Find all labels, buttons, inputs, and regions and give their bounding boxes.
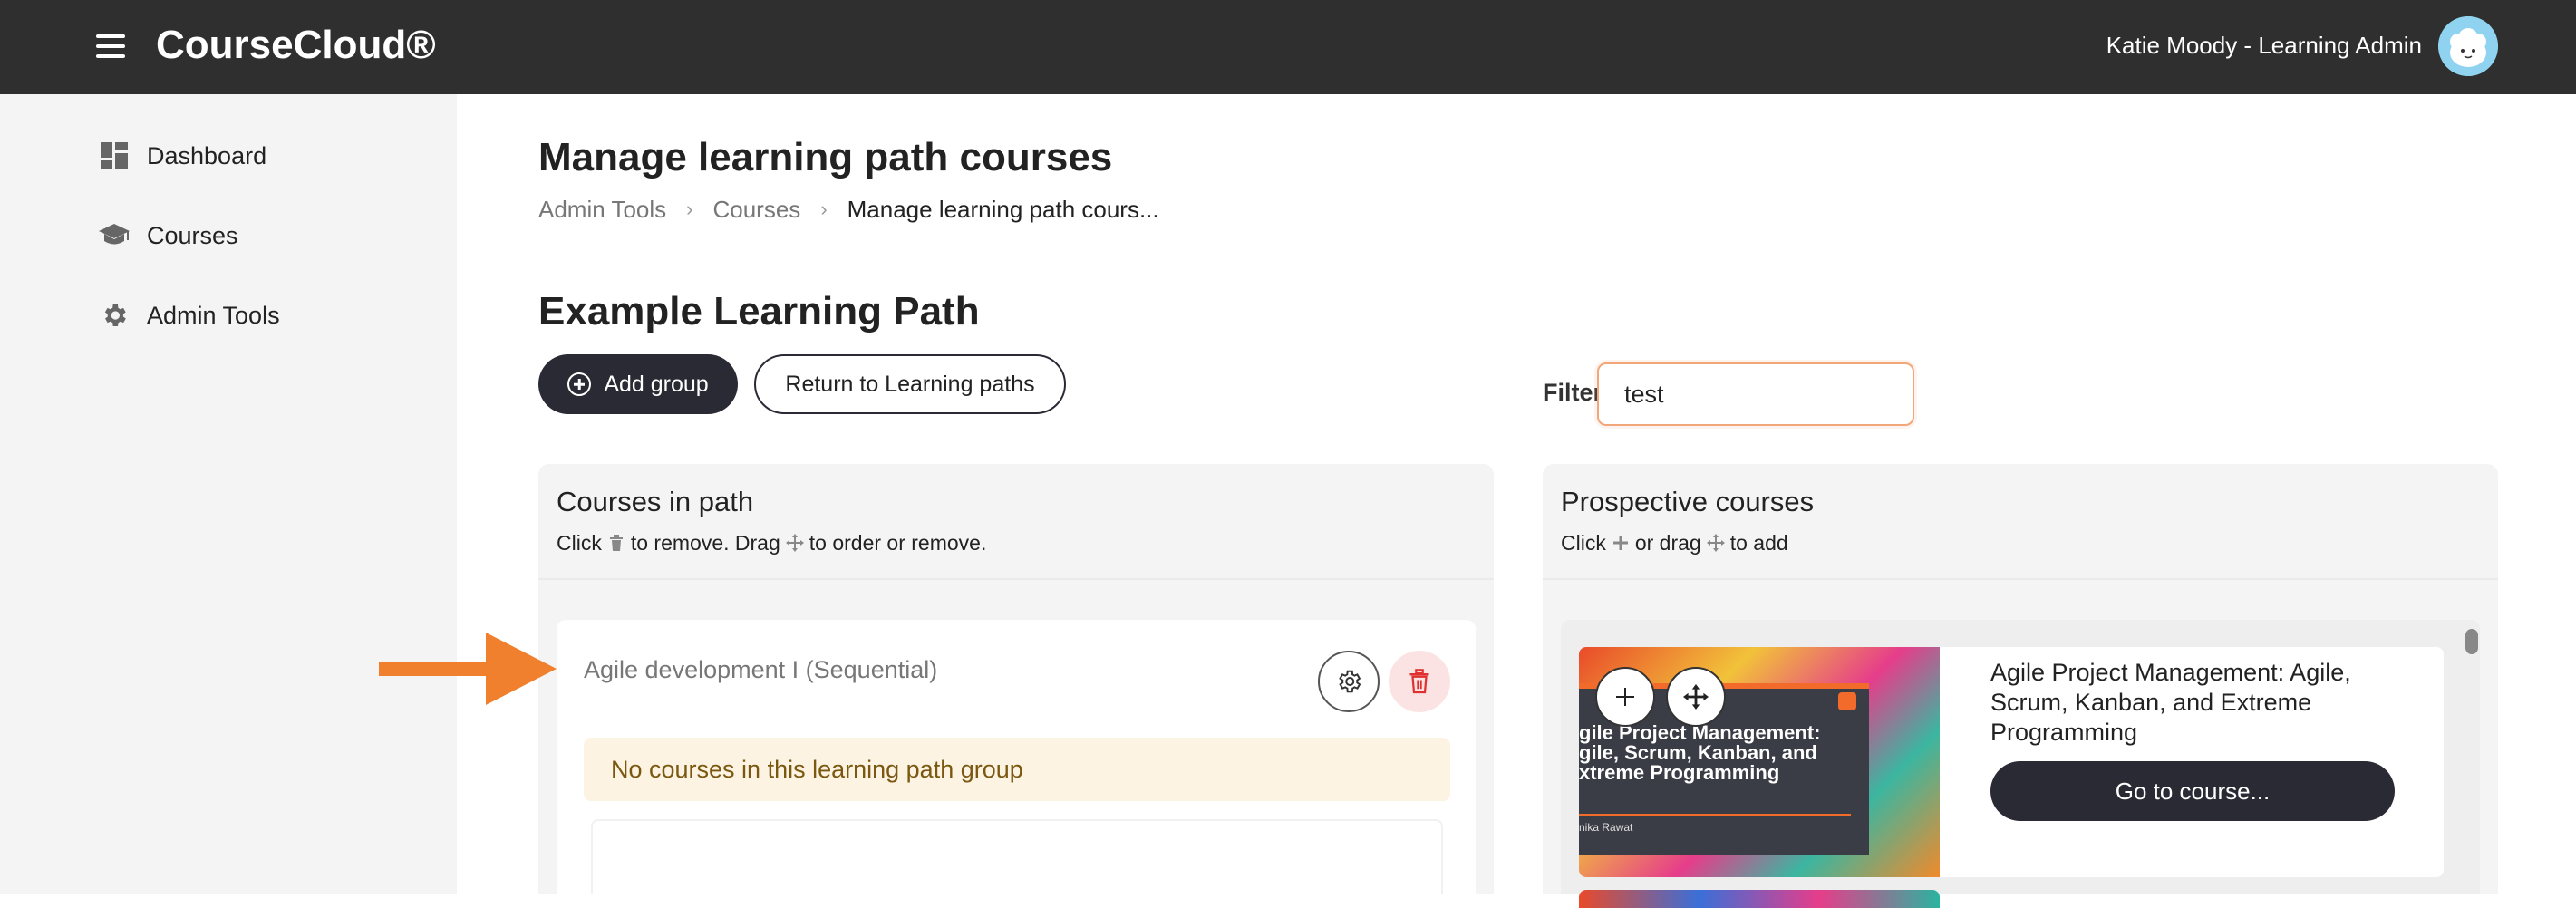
user-name: Katie Moody - Learning Admin: [2106, 32, 2422, 59]
plus-icon: [1612, 534, 1630, 552]
chevron-right-icon: ›: [820, 198, 828, 220]
go-to-course-button[interactable]: Go to course...: [1990, 761, 2395, 821]
sidebar-item-label: Dashboard: [147, 141, 267, 169]
breadcrumb-admin-tools[interactable]: Admin Tools: [538, 194, 666, 225]
empty-group-alert: No courses in this learning path group: [584, 738, 1450, 801]
sidebar-item-dashboard[interactable]: Dashboard: [98, 136, 266, 176]
move-icon: [1683, 684, 1709, 710]
dashboard-icon: [98, 140, 131, 172]
help-text: or drag: [1634, 531, 1701, 555]
prospective-courses-panel: Prospective courses Click or drag to add…: [1543, 464, 2498, 908]
annotation-arrow-icon: [379, 633, 557, 705]
breadcrumb-current: Manage learning path cours...: [847, 196, 1159, 223]
gear-icon: [1339, 670, 1361, 693]
chevron-right-icon: ›: [686, 198, 693, 220]
scrollbar-thumb[interactable]: [2465, 629, 2478, 654]
menu-icon[interactable]: [96, 34, 125, 60]
help-text: to order or remove.: [809, 531, 987, 555]
scrollbar[interactable]: [2464, 620, 2480, 894]
brand-logo[interactable]: CourseCloud®: [156, 20, 436, 71]
course-drop-zone[interactable]: [591, 819, 1443, 894]
help-text: to remove. Drag: [630, 531, 780, 555]
help-text: Click: [1561, 531, 1606, 555]
thumbnail-title: gile Project Management: gile, Scrum, Ka…: [1579, 721, 1821, 784]
panel-title: Prospective courses: [1561, 486, 1815, 517]
drag-course-handle[interactable]: [1666, 667, 1726, 727]
divider: [538, 578, 1494, 580]
add-group-button[interactable]: Add group: [538, 354, 738, 414]
avatar[interactable]: [2438, 16, 2498, 76]
return-to-learning-paths-button[interactable]: Return to Learning paths: [754, 354, 1066, 414]
top-bar: CourseCloud® Katie Moody - Learning Admi…: [0, 0, 2576, 94]
move-icon: [785, 534, 804, 552]
plus-circle-icon: [567, 372, 592, 396]
trash-icon: [607, 534, 625, 552]
divider: [1543, 578, 2498, 580]
breadcrumb-courses[interactable]: Courses: [712, 194, 800, 225]
avatar-icon: [2438, 16, 2498, 76]
thumbnail-rule: [1579, 814, 1851, 816]
plus-icon: [1616, 688, 1634, 706]
add-group-label: Add group: [604, 371, 709, 397]
help-text: Click: [557, 531, 602, 555]
panel-help: Click or drag to add: [1561, 529, 1788, 556]
course-thumbnail: gile Project Management: gile, Scrum, Ka…: [1579, 647, 1940, 877]
play-icon: [1838, 692, 1856, 710]
learning-path-group[interactable]: Agile development I (Sequential) No cour…: [557, 620, 1476, 894]
courses-in-path-panel: Courses in path Click to remove. Drag to…: [538, 464, 1494, 894]
move-icon: [1706, 534, 1725, 552]
group-settings-button[interactable]: [1318, 651, 1380, 712]
breadcrumb: Admin Tools › Courses › Manage learning …: [538, 194, 1159, 225]
sidebar-item-label: Admin Tools: [147, 301, 280, 329]
graduation-cap-icon: [98, 219, 131, 252]
trash-icon: [1409, 669, 1429, 694]
filter-input[interactable]: [1597, 362, 1914, 426]
delete-group-button[interactable]: [1389, 651, 1450, 712]
sidebar-item-courses[interactable]: Courses: [98, 216, 238, 256]
help-text: to add: [1729, 531, 1788, 555]
add-course-button[interactable]: [1595, 667, 1655, 727]
panel-help: Click to remove. Drag to order or remove…: [557, 529, 986, 556]
gear-icon: [98, 299, 131, 332]
thumbnail-author: nika Rawat: [1579, 821, 1633, 834]
group-title: Agile development I (Sequential): [584, 656, 938, 683]
panel-title: Courses in path: [557, 486, 754, 517]
sidebar-item-label: Courses: [147, 221, 238, 249]
course-name: Agile Project Management: Agile, Scrum, …: [1990, 659, 2351, 746]
page-title: Manage learning path courses: [538, 135, 1113, 179]
learning-path-title: Example Learning Path: [538, 289, 980, 333]
sidebar-item-admin-tools[interactable]: Admin Tools: [98, 295, 280, 335]
course-card[interactable]: gile Project Management: gile, Scrum, Ka…: [1579, 647, 2444, 877]
filter-label: Filter: [1543, 379, 1603, 406]
sidebar: Dashboard Courses Admin Tools: [0, 94, 457, 894]
next-course-card[interactable]: [1579, 890, 1940, 908]
return-label: Return to Learning paths: [785, 371, 1035, 397]
